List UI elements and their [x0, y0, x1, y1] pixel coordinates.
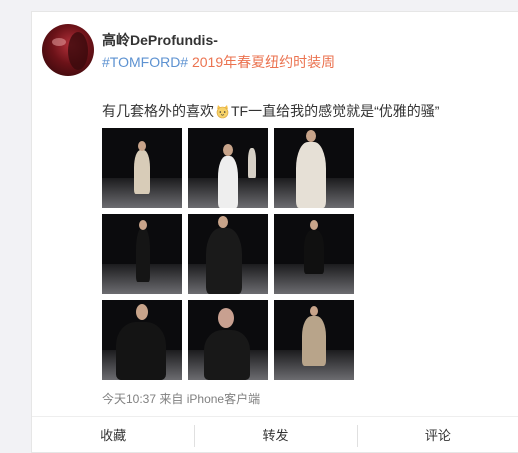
runway-photo-3[interactable]	[274, 128, 354, 208]
cat-face-emoji-icon	[215, 104, 230, 119]
avatar-shade	[68, 32, 88, 70]
post-meta: 今天10:37 来自 iPhone客户端	[102, 390, 260, 407]
runway-photo-6[interactable]	[274, 214, 354, 294]
runway-photo-7[interactable]	[102, 300, 182, 380]
runway-photo-9[interactable]	[274, 300, 354, 380]
repost-button[interactable]: 转发	[194, 424, 356, 447]
post-content: 有几套格外的喜欢 TF一直给我的感觉就是“优雅的骚”	[102, 102, 439, 120]
comment-label: 评论	[424, 427, 451, 443]
hashtag-link[interactable]: #TOMFORD#	[102, 54, 188, 70]
runway-photo-5[interactable]	[188, 214, 268, 294]
action-bar: 收藏 转发 评论	[32, 416, 518, 453]
topic-link[interactable]: 2019年春夏纽约时装周	[192, 54, 335, 70]
runway-photo-1[interactable]	[102, 128, 182, 208]
favorite-label: 收藏	[100, 427, 127, 443]
post-text-part2: TF一直给我的感觉就是“优雅的骚”	[231, 103, 440, 119]
favorite-button[interactable]: 收藏	[32, 425, 194, 447]
runway-photo-4[interactable]	[102, 214, 182, 294]
runway-photo-2[interactable]	[188, 128, 268, 208]
weibo-post-card: 高岭DeProfundis- #TOMFORD# 2019年春夏纽约时装周 有几…	[31, 11, 518, 453]
runway-photo-8[interactable]	[188, 300, 268, 380]
comment-button[interactable]: 评论	[356, 424, 518, 447]
timestamp[interactable]: 今天10:37	[102, 392, 156, 406]
topic-line: #TOMFORD# 2019年春夏纽约时装周	[102, 52, 335, 72]
source-prefix: 来自	[159, 392, 184, 406]
source-client[interactable]: iPhone客户端	[187, 392, 260, 406]
username[interactable]: 高岭DeProfundis-	[102, 30, 218, 50]
avatar[interactable]	[42, 24, 94, 76]
avatar-highlight	[52, 38, 66, 46]
repost-label: 转发	[262, 427, 289, 443]
post-text-part1: 有几套格外的喜欢	[102, 103, 214, 119]
